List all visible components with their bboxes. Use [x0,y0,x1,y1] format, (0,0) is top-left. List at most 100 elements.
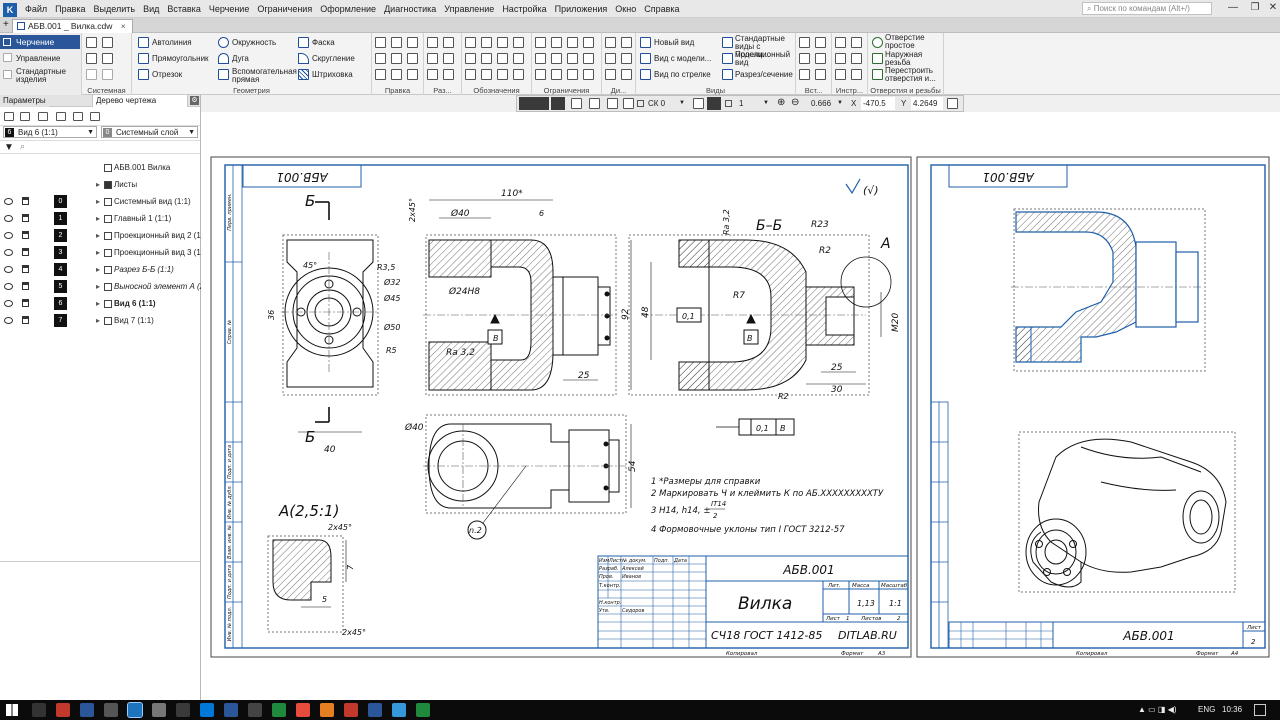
expand-icon[interactable]: ▸ [96,227,100,244]
redo-icon[interactable] [102,69,113,80]
visibility-eye-icon[interactable] [4,198,13,205]
expand-icon[interactable]: ▸ [96,312,100,329]
tool-icon[interactable] [481,37,492,48]
arrow-view-button[interactable]: Вид по стрелке [654,70,711,79]
menu-item[interactable]: Вставка [163,0,204,18]
tool-icon[interactable] [465,53,476,64]
menu-item[interactable]: Окно [611,0,640,18]
circle-button[interactable]: Окружность [232,38,276,47]
tool-icon[interactable] [375,69,386,80]
tree-view-item[interactable]: 5 ▸ Выносной элемент А (2 [0,278,204,295]
tree-tool-2-icon[interactable] [20,112,30,121]
tree-sheets[interactable]: ▸ Листы [0,176,200,193]
visibility-eye-icon[interactable] [4,232,13,239]
lock-icon[interactable] [22,214,29,222]
tool-icon[interactable] [605,53,616,64]
undo-icon[interactable] [86,69,97,80]
zoom-select[interactable]: 0.666 ▼ [811,97,845,110]
expand-icon[interactable]: ▸ [96,244,100,261]
language-indicator[interactable]: ENG [1198,700,1215,720]
print-icon[interactable] [102,53,113,64]
windows-start-icon[interactable] [6,704,18,716]
cursor-mode-button[interactable] [519,97,549,110]
new-view-button[interactable]: Новый вид [654,38,694,47]
section-button[interactable]: Разрез/сечение [735,70,793,79]
simple-hole-button[interactable]: Отверстие простое [885,34,943,50]
rebuild-holes-button[interactable]: Перестроить отверстия и... [885,67,943,83]
tool-icon[interactable] [815,37,826,48]
tool-icon[interactable] [799,69,810,80]
tool-icon[interactable] [465,69,476,80]
rectangle-button[interactable]: Прямоугольник [152,54,209,63]
chamfer-button[interactable]: Фаска [312,38,335,47]
menu-item[interactable]: Справка [640,0,683,18]
tool-icon[interactable] [815,53,826,64]
tool-icon[interactable] [815,69,826,80]
tool-icon[interactable] [375,53,386,64]
tool-icon[interactable] [535,69,546,80]
round-icon[interactable] [693,98,704,109]
tool-icon[interactable] [443,69,454,80]
visibility-eye-icon[interactable] [4,266,13,273]
close-button[interactable]: ✕ [1262,0,1280,18]
tool-icon[interactable] [513,69,524,80]
tool-icon[interactable] [481,53,492,64]
minimize-button[interactable]: — [1222,0,1244,18]
taskbar-app-icon[interactable] [296,703,310,717]
lock-icon[interactable] [22,231,29,239]
tool-icon[interactable] [391,53,402,64]
taskbar-app-icon[interactable] [104,703,118,717]
tab-parameters[interactable]: Параметры [0,95,49,107]
visibility-eye-icon[interactable] [4,249,13,256]
coordsys-select[interactable]: СК 0 ▼ [637,97,687,110]
tool-icon[interactable] [851,53,862,64]
taskbar-app-icon[interactable] [320,703,334,717]
x-coordinate-field[interactable]: -470.5 [861,97,895,110]
menu-item[interactable]: Настройка [498,0,550,18]
tool-icon[interactable] [513,53,524,64]
tool-icon[interactable] [851,69,862,80]
tree-view-item[interactable]: 7 ▸ Вид 7 (1:1) [0,312,200,329]
clock[interactable]: 10:36 [1222,700,1242,720]
save-icon[interactable] [86,53,97,64]
taskbar-app-icon[interactable] [416,703,430,717]
drawing-canvas[interactable]: АБВ.001 (√) Б Б 40 36 45° R3,5 Ø32 Ø45 Ø… [201,112,1280,700]
tree-tool-5-icon[interactable] [73,112,83,121]
visibility-eye-icon[interactable] [4,317,13,324]
menu-item[interactable]: Вид [139,0,163,18]
tool-icon[interactable] [799,53,810,64]
tool-icon[interactable] [481,69,492,80]
tool-icon[interactable] [835,69,846,80]
menu-item[interactable]: Ограничения [253,0,316,18]
notifications-icon[interactable] [1254,704,1266,716]
fillet-button[interactable]: Скругление [312,54,355,63]
new-doc-icon[interactable] [86,37,97,48]
tool-icon[interactable] [407,37,418,48]
tool-icon[interactable] [497,53,508,64]
lock-icon[interactable] [22,265,29,273]
segment-button[interactable]: Отрезок [152,70,182,79]
tool-icon[interactable] [567,37,578,48]
tool-icon[interactable] [427,37,438,48]
kompas-logo-icon[interactable]: K [3,3,17,17]
aux-line-button[interactable]: Вспомогательная прямая [232,68,297,84]
lock-icon[interactable] [22,316,29,324]
tool-icon[interactable] [605,69,616,80]
layer-select[interactable]: 0 Системный слой ▼ [101,126,198,138]
menu-item[interactable]: Оформление [316,0,380,18]
menu-item[interactable]: Файл [21,0,51,18]
command-search-input[interactable]: ⌕ Поиск по командам (Alt+/) [1082,2,1212,15]
tool-icon[interactable] [551,37,562,48]
expand-icon[interactable]: ▸ [96,210,100,227]
document-tab[interactable]: АБВ.001 _ Вилка.cdw × [12,19,133,33]
tool-icon[interactable] [835,53,846,64]
add-document-icon[interactable]: + [3,18,9,32]
tool-icon[interactable] [567,69,578,80]
tool-icon[interactable] [497,37,508,48]
taskbar-app-icon[interactable] [80,703,94,717]
zoom-out-icon[interactable]: ⊖ [791,97,799,108]
tool-icon[interactable] [621,53,632,64]
lock-icon[interactable] [22,299,29,307]
drawing-svg[interactable]: АБВ.001 (√) Б Б 40 36 45° R3,5 Ø32 Ø45 Ø… [201,112,1280,700]
tool-icon[interactable] [551,69,562,80]
